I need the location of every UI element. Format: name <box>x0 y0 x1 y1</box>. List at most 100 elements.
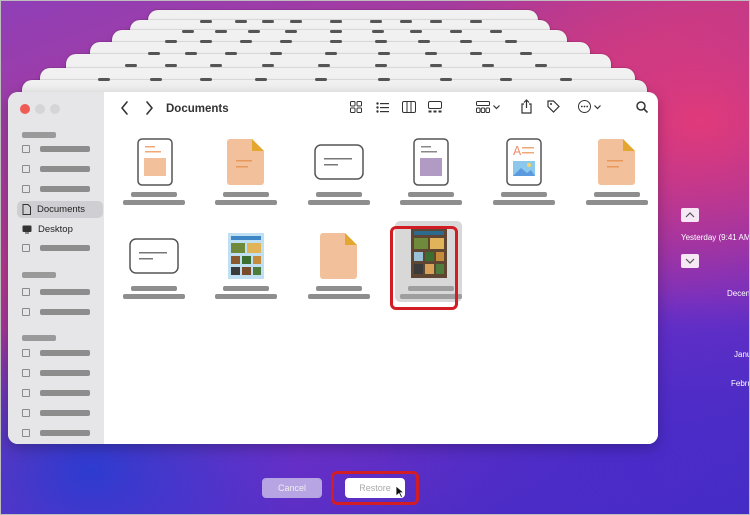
chevron-down-icon[interactable] <box>594 105 601 110</box>
file-item[interactable] <box>119 232 189 310</box>
tag-icon[interactable] <box>547 100 560 113</box>
stack-toolbar-mark <box>182 30 194 33</box>
stack-toolbar-mark <box>410 30 422 33</box>
document-with-image-icon <box>413 138 449 186</box>
minimize-window-button[interactable] <box>35 104 45 114</box>
stack-toolbar-mark <box>185 52 197 55</box>
stack-toolbar-mark <box>248 30 260 33</box>
stack-toolbar-mark <box>150 78 162 81</box>
close-window-button[interactable] <box>20 104 30 114</box>
sidebar-item[interactable] <box>22 424 98 442</box>
sidebar-item[interactable] <box>22 384 98 402</box>
sidebar-item[interactable] <box>22 344 98 362</box>
stack-toolbar-mark <box>450 30 462 33</box>
timeline-entry[interactable]: Decen <box>727 289 750 298</box>
stack-toolbar-mark <box>262 20 274 23</box>
sidebar-item[interactable] <box>22 140 98 158</box>
chevron-down-icon[interactable] <box>493 105 500 110</box>
back-chevron-icon[interactable] <box>120 101 130 115</box>
sidebar-item[interactable] <box>22 160 98 178</box>
stack-toolbar-mark <box>215 30 227 33</box>
stack-toolbar-mark <box>165 40 177 43</box>
sidebar-item[interactable] <box>22 283 98 301</box>
zoom-window-button[interactable] <box>50 104 60 114</box>
stack-toolbar-mark <box>520 52 532 55</box>
stack-toolbar-mark <box>375 40 387 43</box>
tag-icon <box>22 409 30 417</box>
more-options-icon[interactable] <box>578 100 591 113</box>
text-clipping-icon <box>129 238 179 274</box>
timeline-entry[interactable]: Febru <box>731 379 750 388</box>
file-item[interactable] <box>396 138 466 216</box>
stack-toolbar-mark <box>285 30 297 33</box>
stack-toolbar-mark <box>240 40 252 43</box>
stack-toolbar-mark <box>418 40 430 43</box>
list-view-icon[interactable] <box>376 102 389 113</box>
file-name-placeholder <box>131 286 177 291</box>
sidebar-item-label-placeholder <box>40 166 90 172</box>
sidebar-item[interactable] <box>22 239 98 257</box>
file-item[interactable] <box>119 138 189 216</box>
sidebar-item-label: Documents <box>37 203 86 215</box>
gallery-view-icon[interactable] <box>428 101 442 113</box>
desktop-icon <box>22 225 32 233</box>
stack-toolbar-mark <box>482 64 494 67</box>
document-with-image-icon <box>137 138 173 186</box>
mouse-cursor-icon <box>395 485 405 499</box>
stack-toolbar-mark <box>330 30 342 33</box>
tag-icon <box>22 369 30 377</box>
stack-toolbar-mark <box>460 40 472 43</box>
file-item[interactable] <box>304 138 374 216</box>
sidebar-item-label: Desktop <box>38 223 73 235</box>
window-title: Documents <box>166 103 229 115</box>
image-document-icon: A <box>506 138 542 186</box>
stack-toolbar-mark <box>490 30 502 33</box>
tag-icon <box>22 349 30 357</box>
forward-chevron-icon[interactable] <box>144 101 154 115</box>
timeline-entry[interactable]: Janu <box>734 350 750 359</box>
sidebar-item[interactable] <box>22 303 98 321</box>
file-date-placeholder <box>586 200 648 205</box>
folder-icon <box>22 145 30 153</box>
column-view-icon[interactable] <box>402 101 416 113</box>
stack-toolbar-mark <box>148 52 160 55</box>
sidebar-section-header <box>22 335 56 341</box>
sidebar-item-label-placeholder <box>40 430 90 436</box>
search-icon[interactable] <box>636 101 648 113</box>
stack-toolbar-mark <box>315 78 327 81</box>
timeline-down-button[interactable] <box>681 254 699 268</box>
group-by-icon[interactable] <box>476 101 490 113</box>
stack-toolbar-mark <box>280 40 292 43</box>
sidebar: Documents Desktop <box>8 92 104 444</box>
stack-toolbar-mark <box>470 52 482 55</box>
text-clipping-icon <box>314 144 364 180</box>
sidebar-item-documents[interactable]: Documents <box>22 200 98 218</box>
file-date-placeholder <box>308 294 370 299</box>
chevron-down-icon <box>685 258 695 264</box>
share-icon[interactable] <box>521 99 532 114</box>
pages-document-icon <box>598 139 635 185</box>
sidebar-item[interactable] <box>22 364 98 382</box>
folder-icon <box>22 165 30 173</box>
file-name-placeholder <box>408 192 454 197</box>
stack-toolbar-mark <box>255 78 267 81</box>
stack-toolbar-mark <box>318 64 330 67</box>
stack-toolbar-mark <box>290 20 302 23</box>
sidebar-item-desktop[interactable]: Desktop <box>22 220 98 238</box>
stack-toolbar-mark <box>400 20 412 23</box>
stack-toolbar-mark <box>470 20 482 23</box>
timeline-up-button[interactable] <box>681 208 699 222</box>
cancel-button[interactable]: Cancel <box>262 478 322 498</box>
icon-view-icon[interactable] <box>350 101 362 113</box>
stack-toolbar-mark <box>500 78 512 81</box>
stack-toolbar-mark <box>330 20 342 23</box>
file-item[interactable] <box>582 138 652 216</box>
timeline-current-label: Yesterday (9:41 AM) <box>681 233 750 242</box>
file-item[interactable] <box>304 232 374 310</box>
file-item[interactable] <box>211 138 281 216</box>
sidebar-item[interactable] <box>22 404 98 422</box>
file-item[interactable]: A <box>489 138 559 216</box>
file-item[interactable] <box>211 232 281 310</box>
stack-toolbar-mark <box>372 30 384 33</box>
sidebar-item[interactable] <box>22 180 98 198</box>
